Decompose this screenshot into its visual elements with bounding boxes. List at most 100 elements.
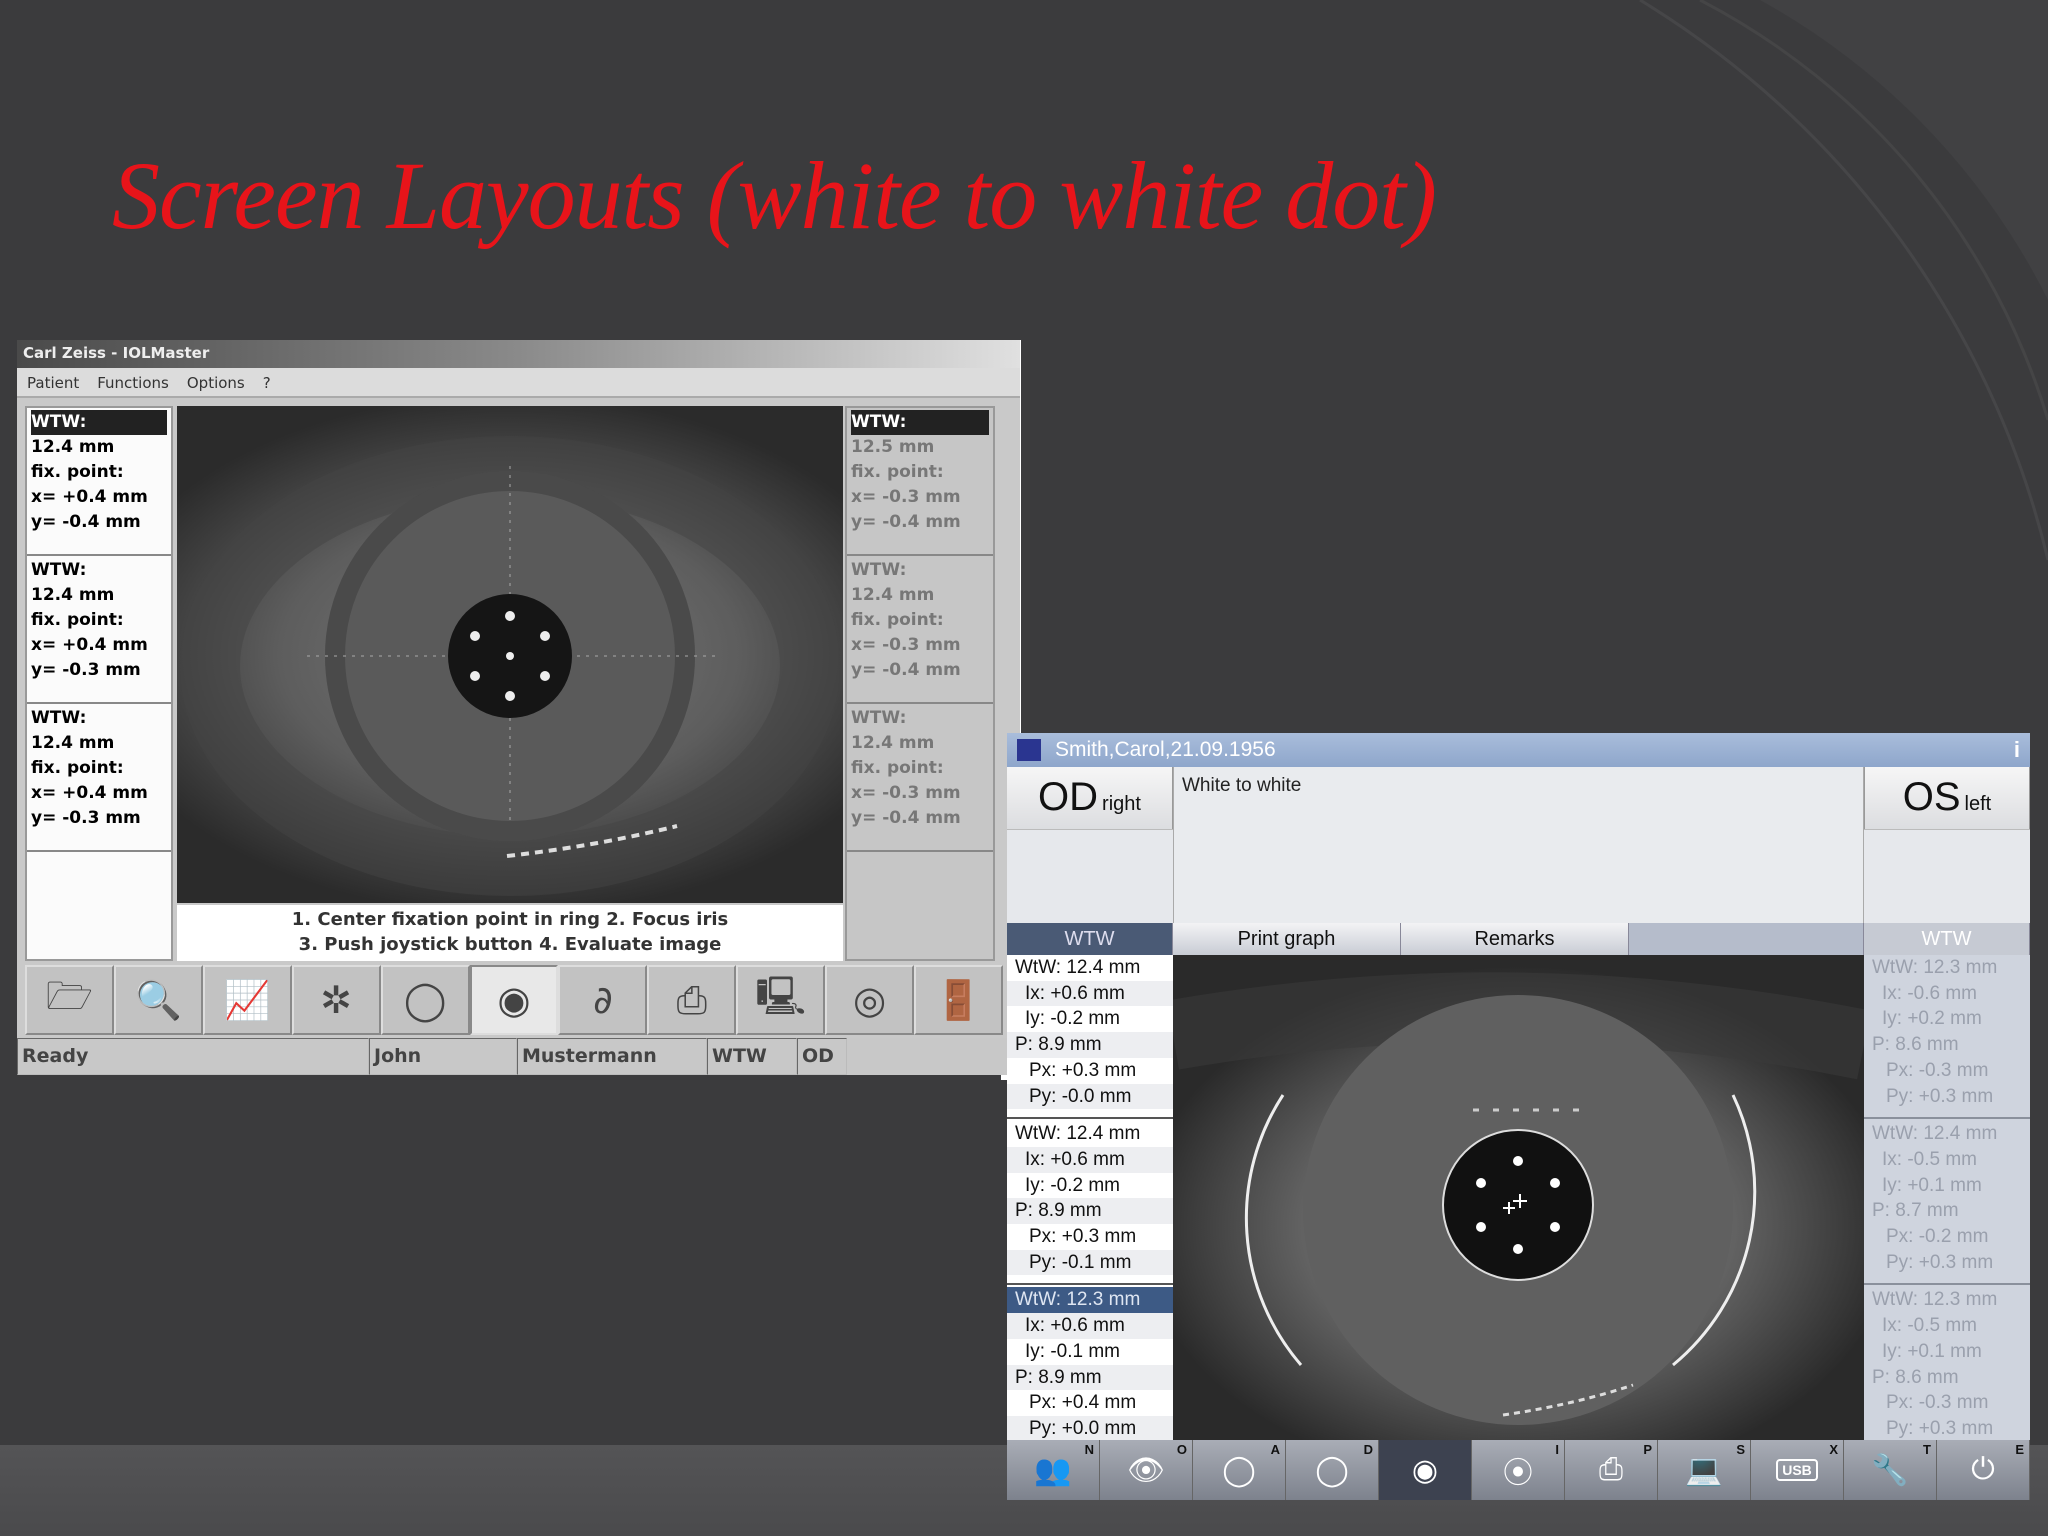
usb-icon: USB xyxy=(1776,1459,1818,1481)
white-to-white-button[interactable]: ◉ xyxy=(1379,1440,1472,1500)
wtw-result-block[interactable]: WTW: 12.5 mm fix. point: x= -0.3 mm y= -0.4 … xyxy=(847,408,993,556)
shortcut-key: T xyxy=(1923,1442,1931,1457)
window-title: Carl Zeiss - IOLMaster xyxy=(17,340,1020,368)
tab-wtw-os[interactable]: WTW xyxy=(1864,923,2030,955)
measurement-group[interactable]: WtW: 12.4 mm Ix: -0.5 mm Iy: +0.1 mm P: 8.7… xyxy=(1864,1121,2030,1286)
measurement-line: WtW: 12.4 mm xyxy=(1872,1123,1998,1145)
tab-spacer xyxy=(1629,923,1864,955)
od-button[interactable]: OD right xyxy=(1007,767,1173,829)
ac-depth-button[interactable]: ∂ xyxy=(558,965,648,1035)
pupil xyxy=(1442,1129,1594,1281)
result-label: WTW: xyxy=(851,560,907,580)
background-arc xyxy=(1760,0,2048,300)
graph-button[interactable]: 📈 xyxy=(202,965,292,1035)
result-x: x= -0.3 mm xyxy=(851,487,961,507)
result-fix: fix. point: xyxy=(851,758,944,778)
keratometry-button[interactable]: ✲ xyxy=(291,965,381,1035)
eye-illustration xyxy=(1173,972,1864,1425)
patient-title: Smith,Carol,21.09.1956 xyxy=(1055,738,1276,761)
measurement-line: Iy: +0.1 mm xyxy=(1882,1340,1982,1362)
result-label: WTW: xyxy=(31,560,87,580)
printer-icon: ⎙ xyxy=(676,977,707,1022)
status-last-name: Mustermann xyxy=(517,1038,707,1075)
menu-item-0[interactable]: Patient xyxy=(27,374,79,392)
disc-button[interactable]: ◎ xyxy=(825,965,915,1035)
result-fix: fix. point: xyxy=(31,462,124,482)
eye-wtw-button[interactable]: ◉ xyxy=(469,965,559,1035)
eye-wtw-icon: ◉ xyxy=(497,978,531,1022)
result-value: 12.5 mm xyxy=(851,437,935,457)
measurement-group[interactable]: WtW: 12.3 mm Ix: -0.5 mm Iy: +0.1 mm P: 8.6… xyxy=(1864,1287,2030,1452)
eye-overview-button[interactable]: 👁 O xyxy=(1100,1440,1193,1500)
shortcut-key: X xyxy=(1829,1442,1838,1457)
menu-item-3[interactable]: ? xyxy=(263,374,271,392)
result-value: 12.4 mm xyxy=(31,437,115,457)
printer-button[interactable]: ⎙ xyxy=(647,965,737,1035)
wtw-result-block[interactable]: WTW: 12.4 mm fix. point: x= +0.4 mm y= -0.3 … xyxy=(27,556,171,704)
measurement-group[interactable]: WtW: 12.3 mm Ix: -0.6 mm Iy: +0.2 mm P: 8.6… xyxy=(1864,955,2030,1120)
result-x: x= -0.3 mm xyxy=(851,635,961,655)
measurement-line: Ix: -0.5 mm xyxy=(1882,1315,1978,1337)
wtw-result-block[interactable]: WTW: 12.4 mm fix. point: x= -0.3 mm y= -0.4 … xyxy=(847,704,993,852)
iol-icon: ⦿ xyxy=(1503,1457,1533,1490)
axial-length-button[interactable]: ◯ A xyxy=(1193,1440,1286,1500)
shortcut-key: O xyxy=(1176,1442,1187,1457)
iol-button[interactable]: ⦿ I xyxy=(1472,1440,1565,1500)
info-icon[interactable]: i xyxy=(2014,737,2020,763)
folder-button[interactable]: 🗁 xyxy=(25,965,114,1035)
computer-button[interactable]: 🖳 xyxy=(736,965,826,1035)
measurement-line: Py: +0.0 mm xyxy=(1007,1415,1173,1442)
wtw-result-block[interactable]: WTW: 12.4 mm fix. point: x= -0.3 mm y= -0.4 … xyxy=(847,556,993,704)
os-info-area xyxy=(1864,829,2030,923)
laptop-button[interactable]: 💻 S xyxy=(1658,1440,1751,1500)
eye-image-wtw[interactable] xyxy=(1173,955,1864,1440)
status-state: Ready xyxy=(17,1038,369,1075)
zeiss-logo-icon xyxy=(1017,739,1041,761)
measurement-line: P: 8.6 mm xyxy=(1872,1366,1959,1388)
measurement-line: P: 8.9 mm xyxy=(1007,1198,1173,1225)
print-graph-button[interactable]: Print graph xyxy=(1173,923,1401,955)
measurement-group[interactable]: WtW: 12.3 mm Ix: +0.6 mm Iy: -0.1 mm P: 8.9… xyxy=(1007,1287,1173,1449)
measurement-group[interactable]: WtW: 12.4 mm Ix: +0.6 mm Iy: -0.2 mm P: 8.9… xyxy=(1007,1121,1173,1286)
wtw-result-block[interactable]: WTW: 12.4 mm fix. point: x= +0.4 mm y= -0.3 … xyxy=(27,704,171,852)
wrench-button[interactable]: 🔧 T xyxy=(1844,1440,1937,1500)
iolmaster-legacy-window: Carl Zeiss - IOLMaster Patient Functions O… xyxy=(17,340,1020,1075)
magnifier-button[interactable]: 🔍 xyxy=(113,965,203,1035)
title-bar: Smith,Carol,21.09.1956 i xyxy=(1007,733,2030,767)
menu-item-1[interactable]: Functions xyxy=(97,374,169,392)
printer-button[interactable]: ⎙ P xyxy=(1565,1440,1658,1500)
os-button[interactable]: OS left xyxy=(1864,767,2030,829)
measurement-line: WtW: 12.4 mm xyxy=(1015,957,1141,978)
measurement-line: P: 8.9 mm xyxy=(1007,1032,1173,1058)
result-fix: fix. point: xyxy=(851,610,944,630)
measurement-line: Px: -0.3 mm xyxy=(1886,1059,1989,1081)
exit-door-button[interactable]: 🚪 xyxy=(914,965,1003,1035)
result-y: y= -0.4 mm xyxy=(851,808,961,828)
measurement-line: Px: +0.3 mm xyxy=(1029,1059,1137,1081)
printer-icon: ⎙ xyxy=(1599,1453,1623,1486)
patients-button[interactable]: 👥 N xyxy=(1007,1440,1100,1500)
status-bar: Ready John Mustermann WTW OD xyxy=(17,1038,1020,1075)
usb-button[interactable]: USB X xyxy=(1751,1440,1844,1500)
measurement-line: Ix: +0.6 mm xyxy=(1007,980,1173,1007)
menu-item-2[interactable]: Options xyxy=(187,374,245,392)
measurement-group[interactable]: WtW: 12.4 mm Ix: +0.6 mm Iy: -0.2 mm P: 8.9… xyxy=(1007,955,1173,1120)
measurement-description: White to white xyxy=(1173,767,1864,923)
od-results-panel: WTW: 12.4 mm fix. point: x= +0.4 mm y= -0.4 … xyxy=(25,406,173,961)
remarks-button[interactable]: Remarks xyxy=(1401,923,1629,955)
result-fix: fix. point: xyxy=(31,758,124,778)
ac-depth-icon: ◯ xyxy=(1315,1453,1349,1487)
patients-icon: 👥 xyxy=(1034,1453,1072,1487)
wtw-result-block[interactable]: WTW: 12.4 mm fix. point: x= +0.4 mm y= -0.4 … xyxy=(27,408,171,556)
ring-button[interactable]: ◯ xyxy=(380,965,470,1035)
iolmaster-500-window: Smith,Carol,21.09.1956 i OD right White … xyxy=(1007,733,2030,1500)
laptop-icon: 💻 xyxy=(1685,1453,1723,1487)
tab-wtw-od[interactable]: WTW xyxy=(1007,923,1173,955)
graph-icon: 📈 xyxy=(223,977,271,1022)
measurement-line: WtW: 12.4 mm xyxy=(1015,1123,1141,1145)
eye-image-od[interactable] xyxy=(177,406,843,903)
od-label: OD xyxy=(1038,775,1099,819)
power-button[interactable]: ⏻ E xyxy=(1937,1440,2030,1500)
ac-depth-button[interactable]: ◯ D xyxy=(1286,1440,1379,1500)
measurement-line: Px: -0.3 mm xyxy=(1886,1392,1989,1414)
